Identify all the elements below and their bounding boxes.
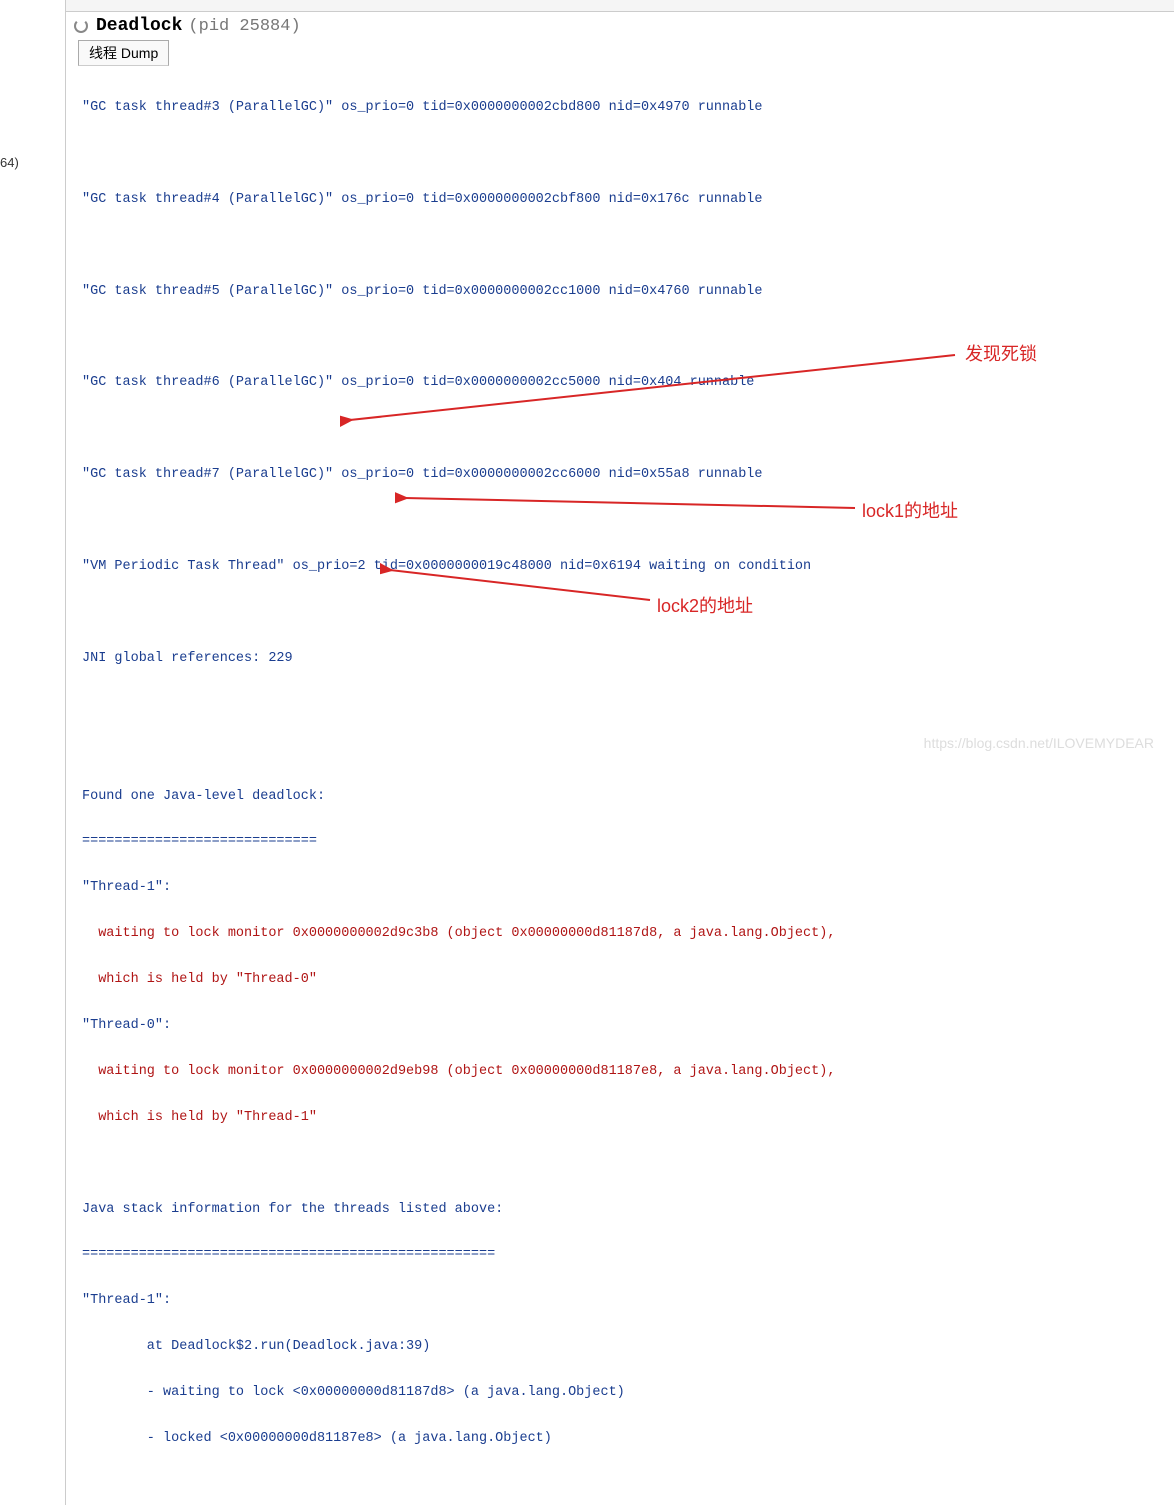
dump-line: - locked <0x00000000d81187e8> (a java.la… bbox=[82, 1428, 1158, 1451]
dump-line: "Thread-1": bbox=[82, 1290, 1158, 1313]
dump-line-held: which is held by "Thread-0" bbox=[82, 969, 1158, 992]
tab-thread-dump[interactable]: 线程 Dump bbox=[78, 40, 169, 66]
dump-line-waiting: waiting to lock monitor 0x0000000002d9c3… bbox=[82, 923, 1158, 946]
dump-line: "GC task thread#3 (ParallelGC)" os_prio=… bbox=[82, 97, 1158, 120]
thread-dump-content[interactable]: "GC task thread#3 (ParallelGC)" os_prio=… bbox=[66, 66, 1174, 1505]
dump-line: "GC task thread#7 (ParallelGC)" os_prio=… bbox=[82, 464, 1158, 487]
dump-line-held: which is held by "Thread-1" bbox=[82, 1107, 1158, 1130]
dump-line: "GC task thread#4 (ParallelGC)" os_prio=… bbox=[82, 189, 1158, 212]
dump-line: "GC task thread#5 (ParallelGC)" os_prio=… bbox=[82, 281, 1158, 304]
dump-line: "Thread-1": bbox=[82, 877, 1158, 900]
dump-line: "Thread-0": bbox=[82, 1015, 1158, 1038]
tab-bar bbox=[66, 0, 1174, 12]
title-pid: (pid 25884) bbox=[188, 17, 300, 36]
dump-line: ========================================… bbox=[82, 1244, 1158, 1267]
dump-line: "GC task thread#6 (ParallelGC)" os_prio=… bbox=[82, 372, 1158, 395]
watermark: https://blog.csdn.net/ILOVEMYDEAR bbox=[924, 735, 1154, 751]
dump-line-waiting: waiting to lock monitor 0x0000000002d9eb… bbox=[82, 1061, 1158, 1084]
deadlock-found-line: Found one Java-level deadlock: bbox=[82, 786, 1158, 809]
annotation-deadlock: 发现死锁 bbox=[965, 340, 1037, 366]
dump-line: "VM Periodic Task Thread" os_prio=2 tid=… bbox=[82, 556, 1158, 579]
dump-line: - waiting to lock <0x00000000d81187d8> (… bbox=[82, 1382, 1158, 1405]
dump-line: at Deadlock$2.run(Deadlock.java:39) bbox=[82, 1336, 1158, 1359]
dump-line: JNI global references: 229 bbox=[82, 648, 1158, 671]
dump-line: ============================= bbox=[82, 831, 1158, 854]
annotation-lock1: lock1的地址 bbox=[862, 497, 958, 523]
title-name: Deadlock bbox=[96, 16, 182, 36]
loading-icon bbox=[74, 19, 88, 33]
sidebar-fragment: 64) bbox=[0, 155, 19, 170]
annotation-lock2: lock2的地址 bbox=[657, 592, 753, 618]
title-row: Deadlock (pid 25884) bbox=[66, 12, 1174, 40]
dump-line: Java stack information for the threads l… bbox=[82, 1199, 1158, 1222]
main-panel: Deadlock (pid 25884) 线程 Dump "GC task th… bbox=[65, 0, 1174, 1505]
